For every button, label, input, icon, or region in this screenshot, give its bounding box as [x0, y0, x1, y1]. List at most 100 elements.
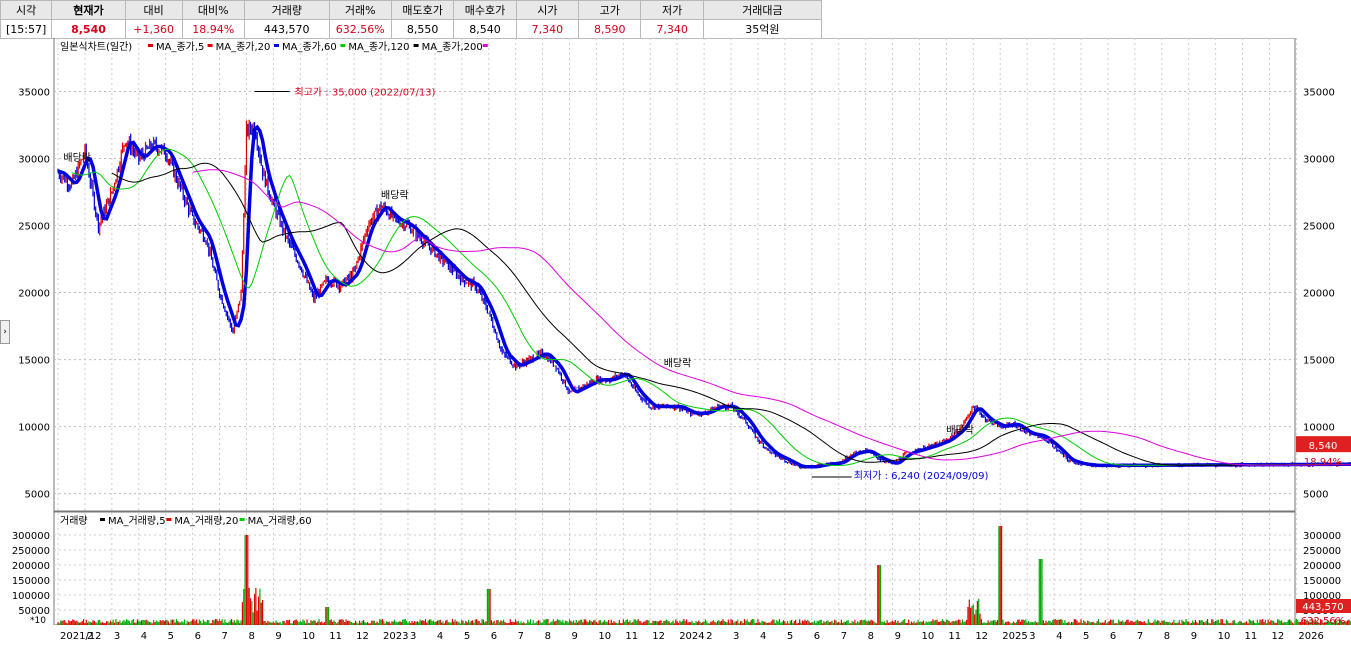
quote-header-1: 현재가: [51, 0, 126, 20]
x-tick-label: 4: [760, 631, 766, 642]
quote-value-3: 18.94%: [181, 19, 245, 39]
quote-header-3: 대비%: [181, 0, 245, 20]
x-tick-label: 12: [652, 631, 665, 642]
volume-tick-left: 250000: [12, 546, 50, 557]
quote-header-4: 거래량: [243, 0, 330, 20]
x-tick-label: 7: [841, 631, 847, 642]
volume-tick-left: 100000: [12, 591, 50, 602]
volume-tick-right: 150000: [1303, 576, 1341, 587]
x-tick-label: 8: [868, 631, 874, 642]
x-tick-label: 2026: [1298, 631, 1323, 642]
x-tick-label: 10: [921, 631, 934, 642]
price-legend-swatch: [207, 44, 213, 47]
price-tick-right: 25000: [1303, 222, 1335, 233]
quote-header-0: 시각: [0, 0, 53, 20]
x-tick-label: 4: [141, 631, 147, 642]
x-tick-label: 11: [329, 631, 342, 642]
price-tick-right: 30000: [1303, 155, 1335, 166]
quote-header-9: 고가: [578, 0, 642, 20]
price-legend-label: MA_종가,120: [348, 41, 409, 53]
x-tick-label: 4: [437, 631, 443, 642]
x-tick-label: 9: [572, 631, 578, 642]
quote-header-2: 대비: [124, 0, 183, 20]
high-annotation: 최고가 : 35,000 (2022/07/13): [295, 87, 436, 99]
price-tick-right: 35000: [1303, 88, 1335, 99]
x-tick-label: 12: [356, 631, 369, 642]
price-tick-left: 30000: [18, 155, 50, 166]
current-change-label: 18.94%: [1304, 457, 1342, 468]
volume-tick-right: 200000: [1303, 561, 1341, 572]
x-tick-label: 2021/12: [60, 631, 102, 642]
x-tick-label: 3: [114, 631, 120, 642]
x-tick-label: 2: [87, 631, 93, 642]
x-tick-label: 10: [1218, 631, 1231, 642]
stock-chart: 35000 3500030000 3000025000 2500020000 20000…: [0, 38, 1351, 647]
price-tick-right: 20000: [1303, 289, 1335, 300]
dividend-annotation: 배당락: [664, 357, 692, 369]
x-tick-label: 8: [1164, 631, 1170, 642]
x-tick-label: 9: [275, 631, 281, 642]
volume-tick-right: 250000: [1303, 546, 1341, 557]
volume-legend-swatch: [166, 518, 172, 521]
quote-value-0: [15:57]: [0, 19, 53, 39]
x-tick-label: 3: [410, 631, 416, 642]
quote-table: 시각 현재가 대비 대비% 거래량 거래% 매도호가 매수호가 시가 고가 저가 거래대금 [15:5…: [0, 0, 823, 39]
price-tick-left: 20000: [18, 289, 50, 300]
x-tick-label: 6: [1110, 631, 1116, 642]
dividend-annotation: 배당락: [63, 152, 91, 164]
volume-chart-title: 거래량: [60, 515, 88, 527]
x-tick-label: 5: [1083, 631, 1089, 642]
x-tick-label: 4: [1056, 631, 1062, 642]
x-tick-label: 6: [195, 631, 201, 642]
current-volume-label: 443,570: [1302, 602, 1343, 613]
volume-unit-label: *10: [30, 616, 46, 626]
price-legend-label: MA_종가,60: [282, 41, 337, 53]
x-tick-label: 9: [1191, 631, 1197, 642]
x-tick-label: 7: [518, 631, 524, 642]
volume-pane: [53, 511, 1296, 626]
x-tick-label: 12: [1271, 631, 1284, 642]
x-tick-label: 8: [248, 631, 254, 642]
volume-legend-swatch: [100, 518, 105, 521]
current-price-label: 8,540: [1309, 441, 1338, 452]
price-tick-right: 15000: [1303, 356, 1335, 367]
x-tick-label: 2023: [383, 631, 408, 642]
x-tick-label: 2: [706, 631, 712, 642]
quote-value-1: 8,540: [51, 19, 126, 39]
price-legend-swatch: [148, 44, 153, 47]
quote-value-11: 35억원: [702, 19, 823, 39]
volume-tick-right: 300000: [1303, 531, 1341, 542]
low-annotation: 최저가 : 6,240 (2024/09/09): [854, 470, 989, 482]
x-tick-label: 6: [814, 631, 820, 642]
volume-legend-label: MA_거래량,60: [248, 515, 312, 527]
x-tick-label: 7: [1137, 631, 1143, 642]
price-tick-left: 15000: [18, 356, 50, 367]
price-tick-right: 5000: [1303, 490, 1328, 501]
x-tick-label: 5: [464, 631, 470, 642]
quote-value-10: 7,340: [640, 19, 704, 39]
dividend-annotation: 배당락: [946, 424, 974, 436]
price-tick-left: 10000: [18, 423, 50, 434]
price-tick-right: 10000: [1303, 423, 1335, 434]
quote-value-5: 632.56%: [328, 19, 392, 39]
x-tick-label: 9: [895, 631, 901, 642]
price-chart-title: 일본식차트(일간): [60, 41, 132, 53]
price-legend-swatch: [274, 44, 279, 47]
quote-header-10: 저가: [640, 0, 704, 20]
x-tick-label: 7: [222, 631, 228, 642]
x-tick-label: 2025: [1002, 631, 1027, 642]
quote-value-4: 443,570: [243, 19, 330, 39]
x-tick-label: 2024: [679, 631, 704, 642]
quote-value-7: 8,540: [453, 19, 517, 39]
x-tick-label: 8: [545, 631, 551, 642]
quote-header-11: 거래대금: [702, 0, 823, 20]
x-tick-label: 12: [975, 631, 988, 642]
price-legend-label: MA_종가,20: [216, 41, 271, 53]
volume-legend-label: MA_거래량,20: [174, 515, 238, 527]
quote-header-7: 매수호가: [453, 0, 517, 20]
price-legend-label: MA_종가,5: [156, 41, 204, 53]
price-legend-swatch: [340, 44, 346, 47]
price-legend-swatch-extra: [482, 44, 488, 47]
x-tick-label: 11: [625, 631, 638, 642]
x-tick-label: 5: [787, 631, 793, 642]
